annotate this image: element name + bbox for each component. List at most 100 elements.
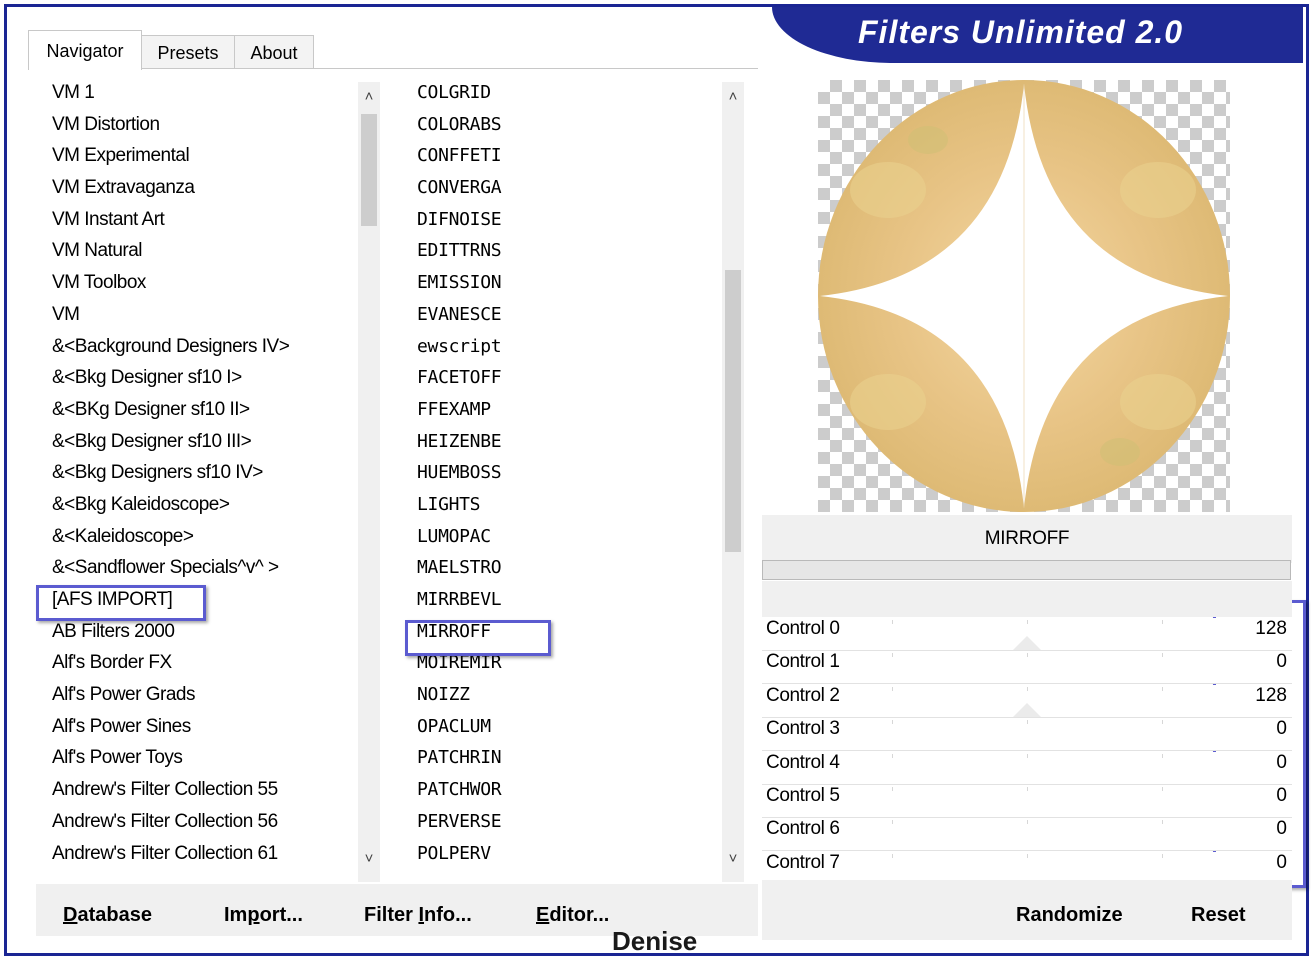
- list-item[interactable]: Andrew's Filter Collection 55: [28, 779, 358, 811]
- control-label: Control 5: [766, 785, 840, 806]
- filter-list[interactable]: COLGRID COLORABS CONFFETI CONVERGA DIFNOISE E…: [398, 82, 718, 882]
- slider-tick: [1027, 720, 1028, 725]
- list-item[interactable]: &<BKg Designer sf10 II>: [28, 399, 358, 431]
- tab-navigator[interactable]: Navigator: [28, 30, 142, 70]
- list-item[interactable]: EVANESCE: [398, 304, 718, 336]
- list-item[interactable]: MIRRBEVL: [398, 589, 718, 621]
- list-item[interactable]: VM Natural: [28, 240, 358, 272]
- list-item[interactable]: FFEXAMP: [398, 399, 718, 431]
- randomize-button[interactable]: Randomize: [1016, 904, 1123, 927]
- list-item[interactable]: PATCHWOR: [398, 779, 718, 811]
- list-item[interactable]: HEIZENBE: [398, 431, 718, 463]
- slider-tick: [1027, 753, 1028, 758]
- slider-tick: [1162, 753, 1163, 758]
- list-item[interactable]: VM 1: [28, 82, 358, 114]
- list-item[interactable]: POLPERV: [398, 843, 718, 875]
- list-item[interactable]: VM Distortion: [28, 114, 358, 146]
- filter-info-button[interactable]: Filter Info...: [364, 904, 472, 927]
- slider-tick: [892, 620, 893, 624]
- control-value[interactable]: 0: [1276, 718, 1287, 740]
- list-item[interactable]: EDITTRNS: [398, 240, 718, 272]
- list-item[interactable]: Alf's Power Toys: [28, 747, 358, 779]
- slider-tick: [892, 720, 893, 725]
- tab-about[interactable]: About: [234, 35, 314, 68]
- list-item[interactable]: CONFFETI: [398, 145, 718, 177]
- slider-tick: [1162, 820, 1163, 825]
- list-item[interactable]: &<Bkg Kaleidoscope>: [28, 494, 358, 526]
- control-label: Control 7: [766, 851, 840, 873]
- list-item[interactable]: VM: [28, 304, 358, 336]
- scroll-down-icon[interactable]: ˅: [722, 848, 744, 870]
- control-value[interactable]: 0: [1276, 752, 1287, 774]
- list-item[interactable]: MOIREMIR: [398, 652, 718, 684]
- control-row[interactable]: Control 6 0: [762, 818, 1292, 852]
- slider-tick: [1027, 620, 1028, 624]
- list-item[interactable]: VM Toolbox: [28, 272, 358, 304]
- control-row[interactable]: Control 3 0: [762, 718, 1292, 752]
- scroll-up-icon[interactable]: ˄: [358, 86, 380, 108]
- list-item[interactable]: VM Instant Art: [28, 209, 358, 241]
- list-item[interactable]: Andrew's Filter Collection 61: [28, 843, 358, 875]
- control-row[interactable]: Control 5 0: [762, 785, 1292, 818]
- filter-scrollbar[interactable]: ˄ ˅: [722, 82, 744, 882]
- list-item[interactable]: PERVERSE: [398, 811, 718, 843]
- control-label: Control 4: [766, 751, 840, 773]
- slider-tick: [1162, 620, 1163, 624]
- list-item[interactable]: MAELSTRO: [398, 557, 718, 589]
- list-item[interactable]: &<Kaleidoscope>: [28, 526, 358, 558]
- list-item[interactable]: &<Background Designers IV>: [28, 336, 358, 368]
- list-item[interactable]: LIGHTS: [398, 494, 718, 526]
- database-button[interactable]: Database: [63, 904, 152, 927]
- control-row[interactable]: Control 1 0: [762, 651, 1292, 685]
- slider-tick: [892, 753, 893, 758]
- slider-tick: [1027, 853, 1028, 858]
- slider-handle-icon[interactable]: [1013, 702, 1041, 717]
- list-item[interactable]: VM Experimental: [28, 145, 358, 177]
- list-item[interactable]: ewscript: [398, 336, 718, 368]
- control-row[interactable]: Control 0 128: [762, 618, 1292, 651]
- list-item[interactable]: FACETOFF: [398, 367, 718, 399]
- list-item[interactable]: HUEMBOSS: [398, 462, 718, 494]
- list-item[interactable]: AB Filters 2000: [28, 621, 358, 653]
- list-item[interactable]: CONVERGA: [398, 177, 718, 209]
- control-value[interactable]: 0: [1276, 852, 1287, 874]
- list-item[interactable]: PATCHRIN: [398, 747, 718, 779]
- control-value[interactable]: 128: [1255, 685, 1287, 707]
- scroll-down-icon[interactable]: ˅: [358, 848, 380, 870]
- list-item[interactable]: COLORABS: [398, 114, 718, 146]
- list-item[interactable]: Alf's Power Grads: [28, 684, 358, 716]
- scroll-thumb[interactable]: [361, 114, 377, 226]
- list-item[interactable]: Alf's Border FX: [28, 652, 358, 684]
- scroll-up-icon[interactable]: ˄: [722, 86, 744, 108]
- category-scrollbar[interactable]: ˄ ˅: [358, 82, 380, 882]
- app-title: Filters Unlimited 2.0: [858, 14, 1184, 50]
- control-row[interactable]: Control 2 128: [762, 684, 1292, 718]
- list-item[interactable]: LUMOPAC: [398, 526, 718, 558]
- control-value[interactable]: 128: [1255, 618, 1287, 640]
- control-value[interactable]: 0: [1276, 785, 1287, 807]
- tab-presets[interactable]: Presets: [141, 35, 235, 68]
- slider-handle-icon[interactable]: [1013, 636, 1041, 650]
- list-item[interactable]: DIFNOISE: [398, 209, 718, 241]
- editor-button[interactable]: Editor...: [536, 904, 609, 927]
- reset-button[interactable]: Reset: [1191, 904, 1245, 927]
- slider-tick: [1162, 853, 1163, 858]
- list-item[interactable]: &<Bkg Designer sf10 III>: [28, 431, 358, 463]
- control-value[interactable]: 0: [1276, 818, 1287, 840]
- control-value[interactable]: 0: [1276, 651, 1287, 673]
- list-item[interactable]: COLGRID: [398, 82, 718, 114]
- control-label: Control 6: [766, 818, 840, 840]
- list-item[interactable]: &<Bkg Designers sf10 IV>: [28, 462, 358, 494]
- list-item[interactable]: OPACLUM: [398, 716, 718, 748]
- import-button[interactable]: Import...: [224, 904, 303, 927]
- list-item[interactable]: &<Bkg Designer sf10 I>: [28, 367, 358, 399]
- list-item[interactable]: Andrew's Filter Collection 56: [28, 811, 358, 843]
- list-item[interactable]: VM Extravaganza: [28, 177, 358, 209]
- list-item[interactable]: Alf's Power Sines: [28, 716, 358, 748]
- list-item[interactable]: EMISSION: [398, 272, 718, 304]
- control-row[interactable]: Control 4 0: [762, 751, 1292, 785]
- category-list[interactable]: VM 1 VM Distortion VM Experimental VM Extra…: [28, 82, 358, 882]
- list-item[interactable]: NOIZZ: [398, 684, 718, 716]
- slider-tick: [892, 686, 893, 691]
- scroll-thumb[interactable]: [725, 270, 741, 552]
